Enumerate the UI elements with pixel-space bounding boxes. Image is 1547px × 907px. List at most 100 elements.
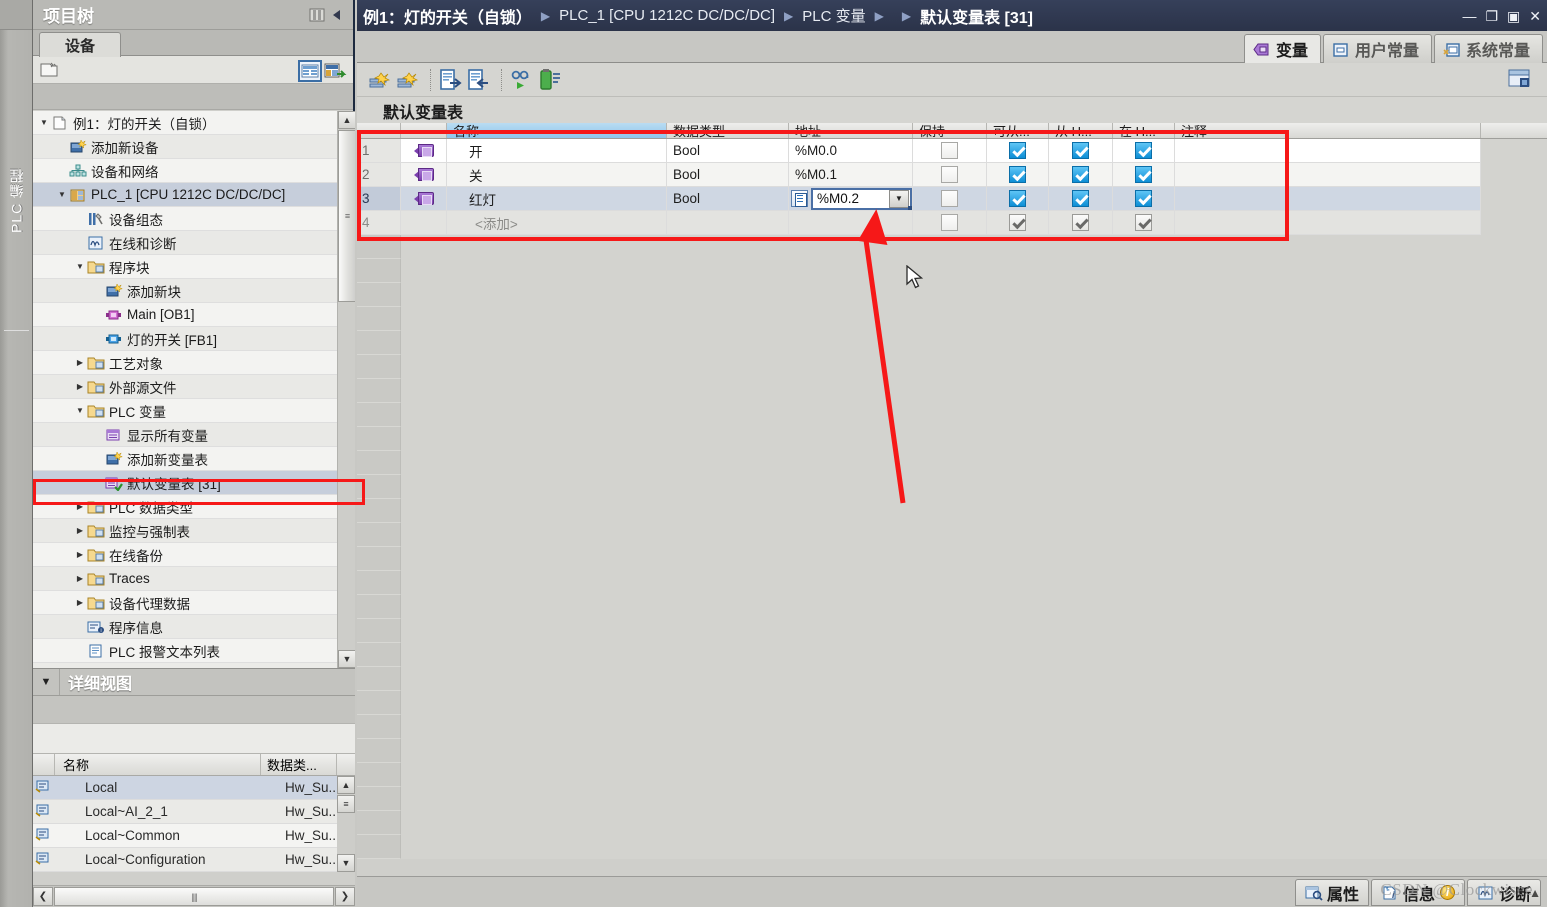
table-row[interactable]: 2 关 Bool %M0.1 xyxy=(357,163,1547,187)
hmi-access-cell[interactable] xyxy=(987,163,1049,187)
tree-twisty[interactable]: ▶ xyxy=(73,526,87,535)
detail-scroll-down-button[interactable]: ▼ xyxy=(337,854,355,872)
hmi-visible-cell[interactable] xyxy=(1113,139,1175,163)
datatype-cell[interactable] xyxy=(667,211,789,235)
export-icon[interactable] xyxy=(438,67,464,93)
table-row[interactable]: 1 开 Bool %M0.0 xyxy=(357,139,1547,163)
hscroll-right-button[interactable]: ❯ xyxy=(335,887,355,906)
close-icon[interactable]: ✕ xyxy=(1529,9,1541,23)
retain-checkbox[interactable] xyxy=(941,142,958,159)
tree-item[interactable]: 添加新块 xyxy=(33,279,337,303)
address-cell[interactable] xyxy=(789,211,913,235)
column-header[interactable]: 从 H... xyxy=(1049,123,1113,138)
tree-twisty[interactable]: ▼ xyxy=(73,406,87,415)
column-header[interactable]: 注释 xyxy=(1175,123,1481,138)
hmi-visible-checkbox[interactable] xyxy=(1135,214,1152,231)
hmi-write-cell[interactable] xyxy=(1049,139,1113,163)
tree-item[interactable]: 显示所有变量 xyxy=(33,423,337,447)
breadcrumb-item[interactable]: 默认变量表 [31] xyxy=(920,4,1033,28)
name-cell[interactable]: 开 xyxy=(447,139,667,163)
tree-item[interactable]: i 程序信息 xyxy=(33,615,337,639)
hmi-visible-cell[interactable] xyxy=(1113,163,1175,187)
datatype-cell[interactable]: Bool xyxy=(667,139,789,163)
tree-twisty[interactable]: ▶ xyxy=(73,550,87,559)
retain-checkbox[interactable] xyxy=(941,214,958,231)
hmi-visible-checkbox[interactable] xyxy=(1135,190,1152,207)
tab-user-constant[interactable]: 用户常量 xyxy=(1322,34,1432,63)
datatype-cell[interactable]: Bool xyxy=(667,163,789,187)
breadcrumb-item[interactable]: 例1：灯的开关（自锁） xyxy=(363,4,532,28)
link-to-device-icon[interactable] xyxy=(323,60,347,80)
table-row[interactable]: 3 红灯 Bool %M0.2 ▼ xyxy=(357,187,1547,211)
tree-twisty[interactable]: ▶ xyxy=(73,502,87,511)
plc-programming-label[interactable]: PLC 编程 xyxy=(0,100,33,300)
comment-cell[interactable] xyxy=(1175,187,1481,211)
address-cell[interactable]: %M0.0 xyxy=(789,139,913,163)
tree-twisty[interactable]: ▼ xyxy=(37,118,51,127)
tree-item[interactable]: ▼ PLC 变量 xyxy=(33,399,337,423)
hmi-write-checkbox[interactable] xyxy=(1072,166,1089,183)
column-header[interactable]: 保持 xyxy=(913,123,987,138)
datatype-cell[interactable]: Bool xyxy=(667,187,789,211)
statusbar-expander[interactable]: ▲ xyxy=(1529,886,1541,900)
retain-memory-icon[interactable] xyxy=(537,67,563,93)
tree-item[interactable]: ▶ 监控与强制表 xyxy=(33,519,337,543)
import-icon[interactable] xyxy=(466,67,492,93)
restore-icon[interactable]: ❐ xyxy=(1485,9,1498,23)
retain-cell[interactable] xyxy=(913,211,987,235)
scroll-thumb[interactable]: ≡ xyxy=(338,130,355,302)
scroll-up-button[interactable]: ▲ xyxy=(338,111,355,129)
name-cell[interactable]: <添加> xyxy=(447,211,667,235)
tree-item[interactable]: 默认变量表 [31] xyxy=(33,471,337,495)
tree-twisty[interactable]: ▶ xyxy=(73,598,87,607)
detail-view-scrollbar[interactable]: ▲ ≡ ▼ xyxy=(337,776,355,872)
column-header[interactable]: 地址 xyxy=(789,123,913,138)
minimize-icon[interactable]: — xyxy=(1462,9,1476,23)
name-cell[interactable]: 红灯 xyxy=(447,187,667,211)
retain-cell[interactable] xyxy=(913,187,987,211)
hmi-access-cell[interactable] xyxy=(987,211,1049,235)
monitor-all-icon[interactable] xyxy=(509,67,535,93)
hmi-visible-cell[interactable] xyxy=(1113,187,1175,211)
detail-view-row[interactable]: Local~AI_2_1 Hw_Su... xyxy=(33,800,355,824)
new-tag-icon[interactable] xyxy=(367,67,393,93)
tree-item[interactable]: ▼ 例1：灯的开关（自锁） xyxy=(33,111,337,135)
status-tab-properties[interactable]: 属性 xyxy=(1294,879,1369,906)
details-view-icon[interactable] xyxy=(298,59,322,82)
maximize-icon[interactable]: ▣ xyxy=(1507,9,1520,23)
hmi-write-cell[interactable] xyxy=(1049,211,1113,235)
detail-view-row[interactable]: Local~Common Hw_Su... xyxy=(33,824,355,848)
column-settings-icon[interactable] xyxy=(1507,67,1533,91)
collapse-panel-icon[interactable] xyxy=(329,7,347,23)
tree-twisty[interactable]: ▶ xyxy=(73,574,87,583)
chevron-down-icon[interactable]: ▼ xyxy=(889,189,909,208)
tree-item[interactable]: ▶ 工艺对象 xyxy=(33,351,337,375)
tree-item[interactable]: 添加新变量表 xyxy=(33,447,337,471)
hmi-access-checkbox[interactable] xyxy=(1009,166,1026,183)
hmi-access-checkbox[interactable] xyxy=(1009,190,1026,207)
tab-system-constant[interactable]: 系统常量 xyxy=(1433,34,1543,63)
hmi-write-cell[interactable] xyxy=(1049,187,1113,211)
retain-checkbox[interactable] xyxy=(941,190,958,207)
hmi-access-checkbox[interactable] xyxy=(1009,214,1026,231)
hscroll-thumb[interactable]: |||| xyxy=(54,887,334,906)
tree-item[interactable]: ▶ Traces xyxy=(33,567,337,591)
hmi-access-checkbox[interactable] xyxy=(1009,142,1026,159)
tree-item[interactable]: ▶ PLC 数据类型 xyxy=(33,495,337,519)
detail-view-header[interactable]: ▼ 详细视图 xyxy=(33,668,355,696)
table-row[interactable]: 4 <添加> xyxy=(357,211,1547,235)
hmi-visible-checkbox[interactable] xyxy=(1135,166,1152,183)
comment-cell[interactable] xyxy=(1175,163,1481,187)
hmi-write-checkbox[interactable] xyxy=(1072,190,1089,207)
tree-item[interactable]: 设备和网络 xyxy=(33,159,337,183)
tree-item[interactable]: ▶ 在线备份 xyxy=(33,543,337,567)
breadcrumb-item[interactable]: PLC_1 [CPU 1212C DC/DC/DC] xyxy=(559,7,775,24)
comment-cell[interactable] xyxy=(1175,211,1481,235)
detail-view-row[interactable]: Local Hw_Su... xyxy=(33,776,355,800)
tree-item[interactable]: Main [OB1] xyxy=(33,303,337,327)
name-cell[interactable]: 关 xyxy=(447,163,667,187)
retain-cell[interactable] xyxy=(913,139,987,163)
hmi-write-cell[interactable] xyxy=(1049,163,1113,187)
tree-item[interactable]: 在线和诊断 xyxy=(33,231,337,255)
detail-scroll-up-button[interactable]: ▲ xyxy=(337,776,355,794)
